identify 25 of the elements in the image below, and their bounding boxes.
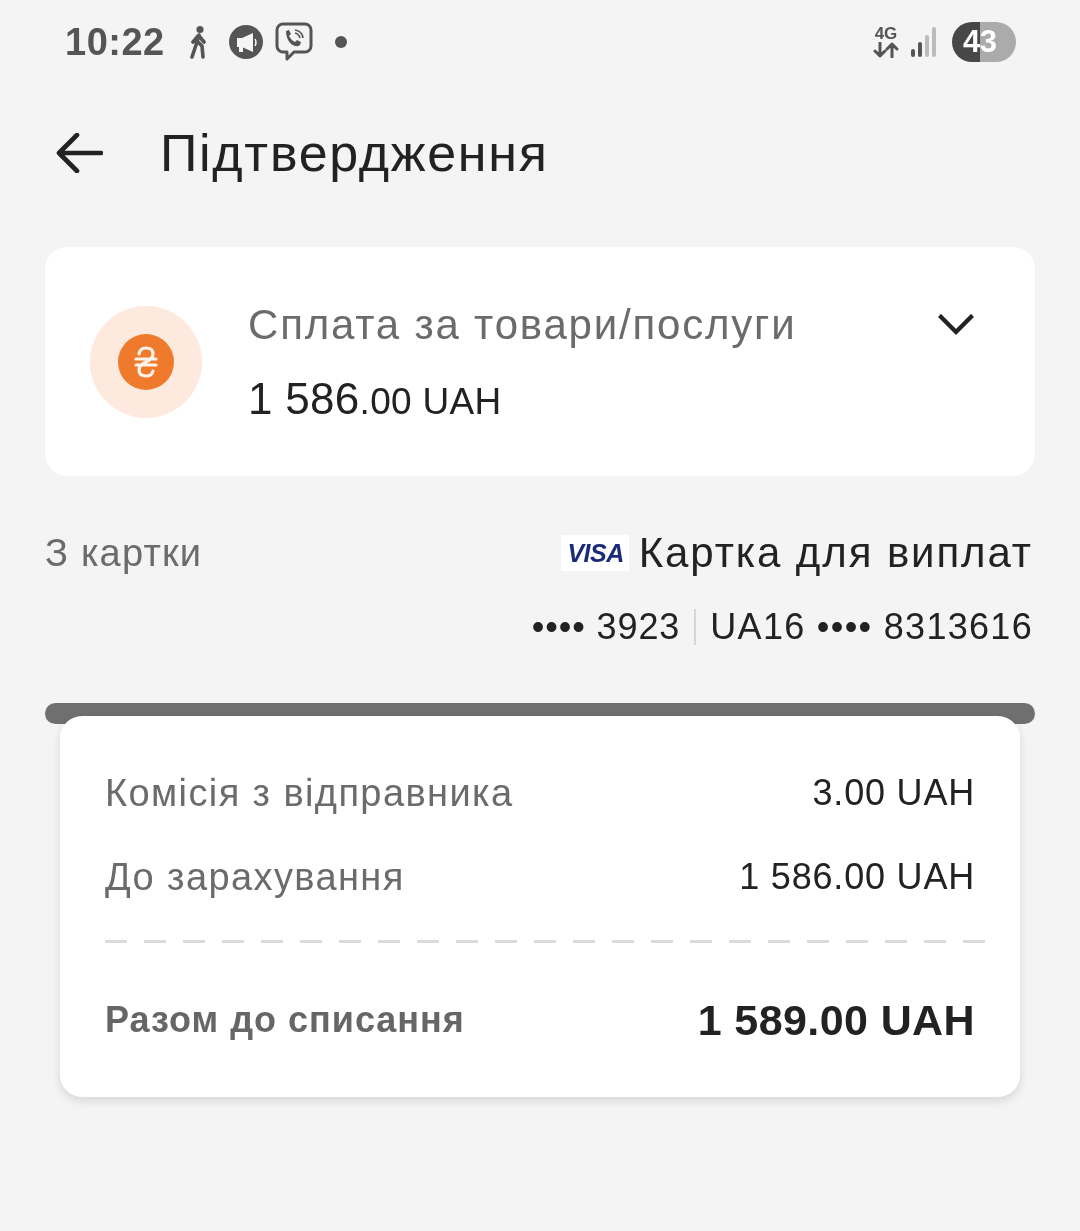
card-number: •••• 3923: [531, 606, 681, 648]
page-title: Підтвердження: [160, 123, 549, 183]
data-arrows-icon: [873, 42, 899, 58]
summary-label: Комісія з відправника: [105, 771, 514, 815]
source-label: З картки: [45, 531, 203, 575]
iban-text: UA16 •••• 8313616: [710, 606, 1033, 648]
megaphone-icon: [228, 25, 263, 59]
card-name: Картка для виплат: [638, 529, 1033, 577]
status-time: 10:22: [65, 20, 165, 64]
payment-amount: 1 586.00 UAH: [248, 372, 503, 425]
chevron-down-icon[interactable]: [938, 313, 974, 336]
summary-label: До зарахування: [105, 855, 405, 899]
notification-dot-icon: [334, 36, 347, 48]
back-arrow-icon[interactable]: [55, 133, 103, 173]
battery-indicator: 43: [952, 22, 1016, 62]
payment-title: Сплата за товари/послуги: [248, 300, 797, 349]
card-brand-logo: VISA: [561, 535, 629, 571]
total-label: Разом до списання: [105, 999, 465, 1041]
hryvnia-coin-icon: [90, 305, 202, 418]
network-type-label: 4G: [874, 26, 898, 42]
signal-icon: [911, 27, 937, 57]
phone-bubble-icon: [274, 22, 313, 62]
summary-value: 1 586.00 UAH: [739, 856, 975, 898]
total-value: 1 589.00 UAH: [697, 995, 975, 1045]
summary-value: 3.00 UAH: [812, 772, 975, 814]
